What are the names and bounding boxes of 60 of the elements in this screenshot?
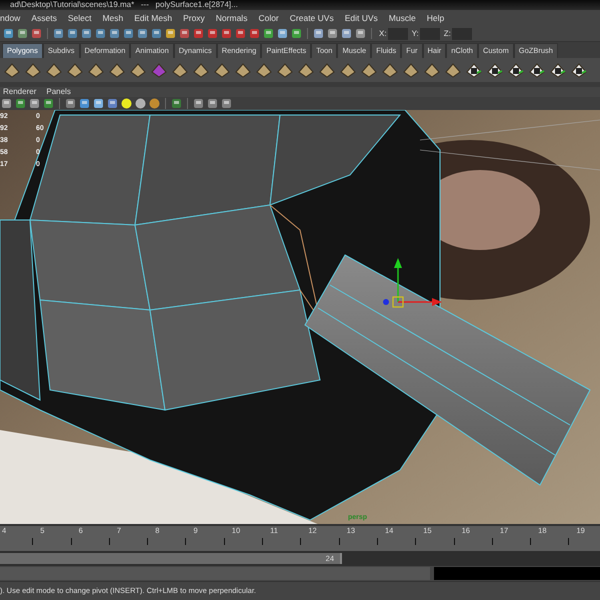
toolbar-icon[interactable] bbox=[220, 27, 233, 40]
toolbar-icon[interactable] bbox=[192, 27, 205, 40]
toolbar-icon[interactable] bbox=[108, 27, 121, 40]
panel-tool-icon[interactable] bbox=[106, 96, 119, 110]
toolbar-icon[interactable] bbox=[2, 27, 15, 40]
move-manipulator-icon[interactable] bbox=[383, 258, 442, 308]
menu-item[interactable]: Create UVs bbox=[290, 12, 334, 24]
toolbar-icon[interactable] bbox=[354, 27, 367, 40]
toolbar-icon[interactable] bbox=[290, 27, 303, 40]
toolbar-icon[interactable] bbox=[312, 27, 325, 40]
panel-tool-icon[interactable] bbox=[42, 96, 55, 110]
toolbar-icon[interactable] bbox=[326, 27, 339, 40]
toolbar-icon[interactable] bbox=[150, 27, 163, 40]
field-label: Y: bbox=[412, 29, 419, 38]
sphere-icon[interactable] bbox=[148, 96, 161, 110]
menu-item[interactable]: Select bbox=[68, 12, 92, 24]
menu-item[interactable]: ndow bbox=[0, 12, 20, 24]
toolbar-icon[interactable] bbox=[234, 27, 247, 40]
menu-item[interactable]: Edit Mesh bbox=[134, 12, 172, 24]
toolbar-icon[interactable] bbox=[340, 27, 353, 40]
panel-tool-icon[interactable] bbox=[78, 96, 91, 110]
toolbar-icon[interactable] bbox=[30, 27, 43, 40]
toolbar-icon[interactable] bbox=[66, 27, 79, 40]
menu-item[interactable]: Proxy bbox=[183, 12, 205, 24]
toolbar-icon[interactable] bbox=[178, 27, 191, 40]
menu-item[interactable]: Renderer bbox=[3, 86, 36, 98]
menu-item[interactable]: Edit UVs bbox=[344, 12, 378, 24]
menu-item[interactable]: Mesh bbox=[102, 12, 124, 24]
panel-tool-icon[interactable] bbox=[14, 96, 27, 110]
toolbar-icon[interactable] bbox=[136, 27, 149, 40]
sphere-icon[interactable] bbox=[120, 96, 133, 110]
field-label: Z: bbox=[444, 29, 451, 38]
menu-item[interactable]: Panels bbox=[46, 86, 71, 98]
sphere-icon[interactable] bbox=[134, 96, 147, 110]
menu-item[interactable]: Assets bbox=[31, 12, 57, 24]
panel-tool-icon[interactable] bbox=[192, 96, 205, 110]
window-title: ad\Desktop\Tutorial\scenes\19.ma* --- polySurface1.e[2874]... bbox=[10, 0, 238, 9]
toolbar-icon[interactable] bbox=[248, 27, 261, 40]
panel-tool-icon[interactable] bbox=[220, 96, 233, 110]
panel-tool-icon[interactable] bbox=[64, 96, 77, 110]
panel-tool-icon[interactable] bbox=[92, 96, 105, 110]
panel-tool-icon[interactable] bbox=[170, 96, 183, 110]
toolbar-icon[interactable] bbox=[52, 27, 65, 40]
toolbar-icon[interactable] bbox=[262, 27, 275, 40]
toolbar-icon[interactable] bbox=[122, 27, 135, 40]
panel-tool-icon[interactable] bbox=[206, 96, 219, 110]
menu-item[interactable]: Help bbox=[426, 12, 444, 24]
toolbar-icon[interactable] bbox=[16, 27, 29, 40]
panel-tool-icon[interactable] bbox=[28, 96, 41, 110]
menu-item[interactable]: Normals bbox=[216, 12, 248, 24]
toolbar-icon[interactable] bbox=[80, 27, 93, 40]
toolbar-icon[interactable] bbox=[164, 27, 177, 40]
panel-tool-icon[interactable] bbox=[0, 96, 13, 110]
menu-item[interactable]: Muscle bbox=[388, 12, 416, 24]
field-label: X: bbox=[379, 29, 387, 38]
toolbar-icon[interactable] bbox=[206, 27, 219, 40]
toolbar-icon[interactable] bbox=[94, 27, 107, 40]
toolbar-icon[interactable] bbox=[276, 27, 289, 40]
command-field[interactable] bbox=[0, 567, 430, 580]
menu-item[interactable]: Color bbox=[258, 12, 279, 24]
